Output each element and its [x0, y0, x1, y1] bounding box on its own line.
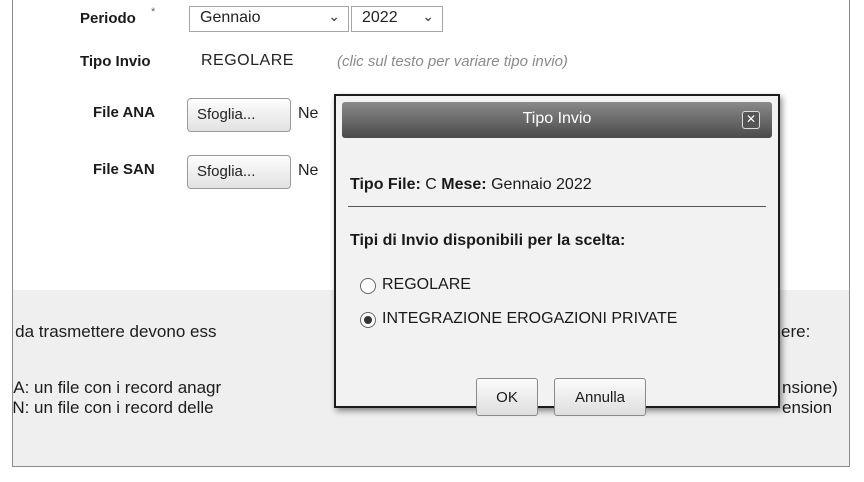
year-select[interactable]: 2022 ⌄ — [351, 6, 443, 32]
year-select-value: 2022 — [362, 9, 398, 26]
radio-option-label: INTEGRAZIONE EROGAZIONI PRIVATE — [382, 310, 678, 327]
mese-value: Gennaio 2022 — [491, 176, 592, 193]
radio-option-regolare[interactable]: REGOLARE — [360, 276, 560, 298]
file-ana-browse-button[interactable]: Sfoglia... — [187, 98, 291, 132]
chevron-down-icon: ⌄ — [422, 8, 434, 24]
file-san-label: File SAN — [93, 161, 155, 178]
tipo-invio-label: Tipo Invio — [80, 53, 151, 70]
file-ana-status: Ne — [298, 105, 319, 122]
tipo-file-value: C — [425, 176, 437, 193]
tipo-file-label: Tipo File: — [350, 176, 421, 193]
close-icon[interactable]: ✕ — [742, 111, 760, 129]
dialog-title: Tipo Invio — [522, 110, 592, 127]
instruction-line-2-end: nsione) — [782, 378, 838, 397]
dialog-separator — [348, 206, 766, 207]
instruction-line-3: AN: un file con i record delle — [12, 398, 214, 417]
file-san-status: Ne — [298, 162, 319, 179]
month-select-value: Gennaio — [200, 9, 261, 26]
instruction-line-2: NA: un file con i record anagr — [12, 378, 222, 397]
radio-unchecked-icon[interactable] — [360, 278, 376, 294]
dialog-file-info: Tipo File: C Mese: Gennaio 2022 — [350, 176, 592, 194]
cancel-button[interactable]: Annulla — [554, 378, 646, 416]
tipo-invio-hint: (clic sul testo per variare tipo invio) — [337, 53, 568, 70]
instruction-line-1: e da trasmettere devono ess — [12, 322, 217, 341]
dialog-title-bar[interactable]: Tipo Invio ✕ — [342, 102, 772, 138]
radio-option-label: REGOLARE — [382, 276, 471, 293]
radio-checked-icon[interactable] — [360, 312, 376, 328]
dialog-options-heading: Tipi di Invio disponibili per la scelta: — [350, 232, 626, 249]
required-marker: * — [151, 6, 156, 18]
file-san-browse-button[interactable]: Sfoglia... — [187, 155, 291, 189]
ok-button[interactable]: OK — [476, 378, 538, 416]
month-select[interactable]: Gennaio ⌄ — [189, 6, 349, 32]
instruction-line-3-end: ension — [782, 398, 833, 417]
periodo-label: Periodo — [80, 10, 136, 27]
mese-label: Mese: — [441, 176, 487, 193]
tipo-invio-dialog: Tipo Invio ✕ Tipo File: C Mese: Gennaio … — [334, 94, 780, 416]
radio-option-integrazione[interactable]: INTEGRAZIONE EROGAZIONI PRIVATE — [360, 310, 770, 332]
tipo-invio-value[interactable]: REGOLARE — [201, 52, 294, 70]
chevron-down-icon: ⌄ — [328, 8, 340, 24]
instruction-line-1-end: ere: — [781, 322, 811, 341]
file-ana-label: File ANA — [93, 104, 155, 121]
